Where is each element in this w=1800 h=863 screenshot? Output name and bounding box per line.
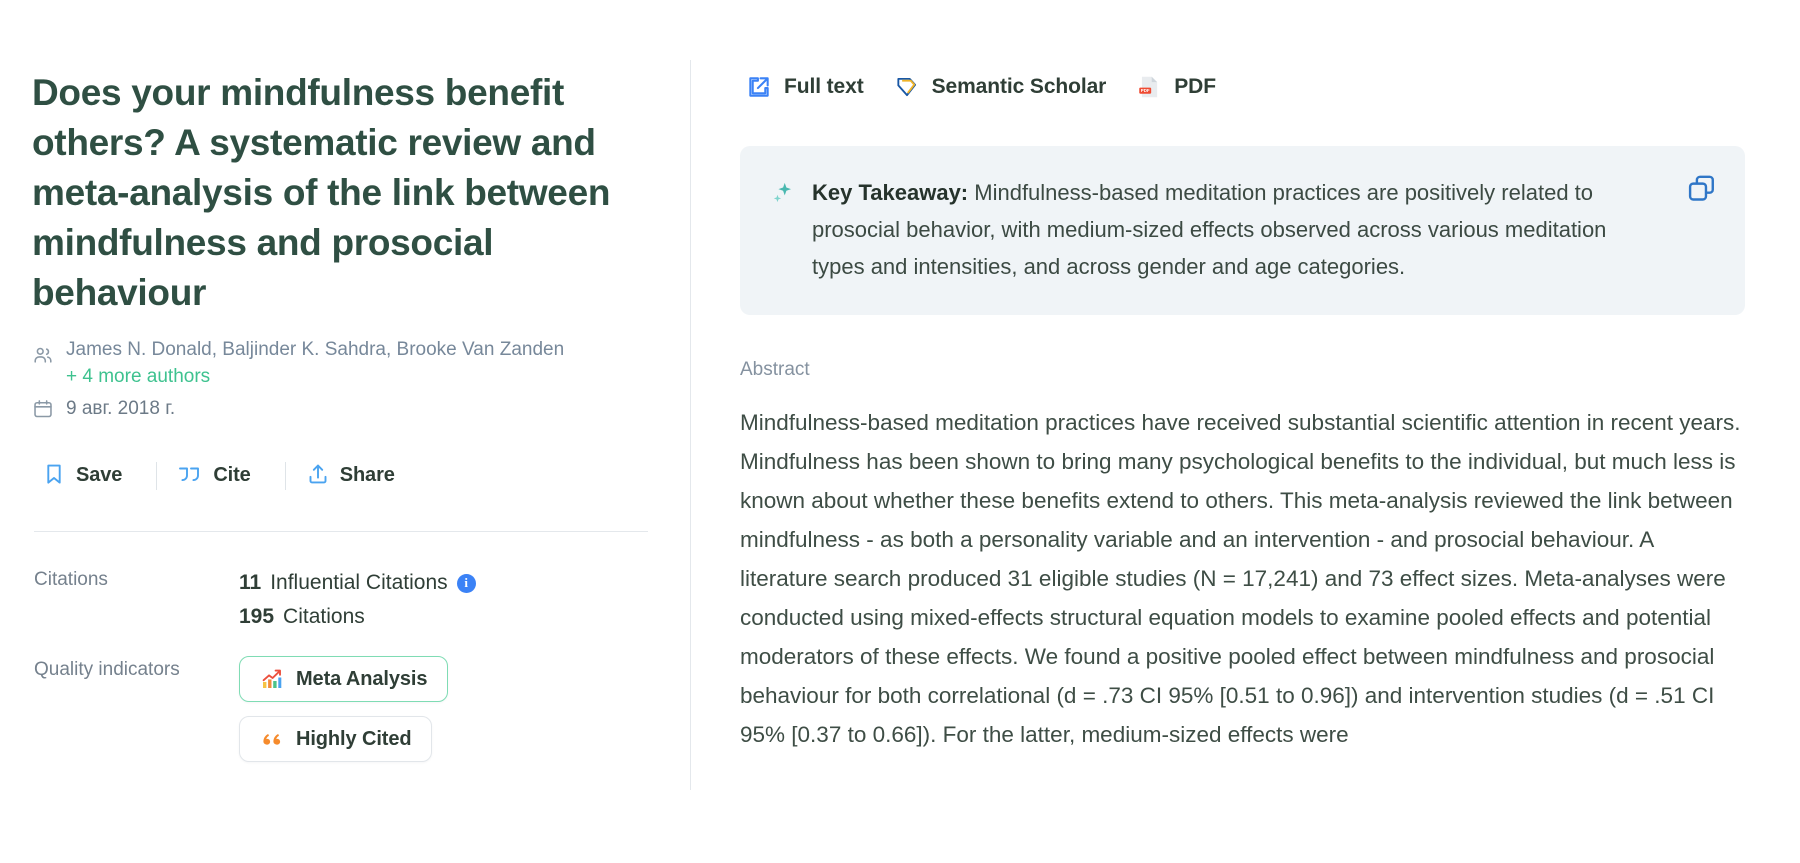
publication-date-row: 9 авг. 2018 г. <box>32 396 650 422</box>
calendar-icon <box>32 398 54 420</box>
authors-row: James N. Donald, Baljinder K. Sahdra, Br… <box>32 334 650 390</box>
authors-text-block: James N. Donald, Baljinder K. Sahdra, Br… <box>66 334 564 390</box>
paper-stats: Citations 11 Influential Citations i 195… <box>34 566 650 776</box>
action-divider <box>284 461 286 490</box>
action-divider <box>156 461 158 490</box>
bar-chart-trend-icon <box>260 667 284 691</box>
paper-actions: Save Cite Share <box>34 456 650 495</box>
paper-detail-page: Does your mindfulness benefit others? A … <box>0 0 1800 863</box>
link-pdf-label: PDF <box>1174 75 1216 98</box>
authors-list: James N. Donald, Baljinder K. Sahdra, Br… <box>66 339 565 360</box>
semantic-scholar-icon <box>894 74 920 100</box>
key-takeaway-panel: Key Takeaway: Mindfulness-based meditati… <box>740 146 1745 315</box>
link-semantic-scholar-label: Semantic Scholar <box>931 75 1107 98</box>
bookmark-icon <box>42 462 66 489</box>
badge-highly-cited-label: Highly Cited <box>296 727 412 750</box>
paper-summary-column: Does your mindfulness benefit others? A … <box>0 0 690 863</box>
link-pdf[interactable]: PDF PDF <box>1136 70 1246 104</box>
citations-row: Citations 11 Influential Citations i 195… <box>34 566 650 634</box>
quality-badges: Meta Analysis Highly Cited <box>239 656 650 776</box>
save-label: Save <box>76 464 123 486</box>
publication-date: 9 авг. 2018 г. <box>66 398 176 419</box>
external-link-icon <box>746 74 772 100</box>
total-citations-label: Citations <box>283 605 365 628</box>
influential-citations-label: Influential Citations <box>270 571 448 594</box>
paper-content-column: Full text Semantic Scholar PDF PDF Key T… <box>690 0 1800 863</box>
cite-button[interactable]: Cite <box>169 456 272 495</box>
total-citations-count: 195 <box>239 605 275 628</box>
influential-citations-count: 11 <box>239 571 262 594</box>
total-citations-line: 195 Citations <box>239 600 650 634</box>
cite-label: Cite <box>213 464 251 486</box>
external-links-bar: Full text Semantic Scholar PDF PDF <box>746 70 1745 104</box>
quote-icon <box>177 462 203 489</box>
quality-indicators-label: Quality indicators <box>34 659 180 680</box>
link-full-text-label: Full text <box>784 75 864 98</box>
quality-indicators-row: Quality indicators Meta Analysis Highly … <box>34 656 650 776</box>
key-takeaway-text: Key Takeaway: Mindfulness-based meditati… <box>812 174 1692 285</box>
svg-text:PDF: PDF <box>1141 88 1150 93</box>
more-authors-link[interactable]: + 4 more authors <box>66 363 564 390</box>
share-button[interactable]: Share <box>298 456 417 495</box>
save-button[interactable]: Save <box>34 456 144 495</box>
share-upload-icon <box>306 462 330 489</box>
key-takeaway-heading: Key Takeaway: <box>812 180 969 205</box>
page-title: Does your mindfulness benefit others? A … <box>32 72 611 313</box>
influential-citations-line: 11 Influential Citations i <box>239 566 650 600</box>
pdf-file-icon: PDF <box>1136 74 1162 100</box>
abstract-body: Mindfulness-based meditation practices h… <box>740 410 1741 747</box>
copy-icon[interactable] <box>1685 172 1719 206</box>
section-divider <box>34 531 648 532</box>
link-full-text[interactable]: Full text <box>746 70 894 104</box>
badge-highly-cited[interactable]: Highly Cited <box>239 716 433 762</box>
people-icon <box>32 344 54 366</box>
info-icon[interactable]: i <box>456 573 476 593</box>
abstract-label: Abstract <box>740 359 810 380</box>
citations-label: Citations <box>34 569 108 590</box>
sparkle-icon <box>770 180 796 206</box>
share-label: Share <box>339 464 395 486</box>
citations-values: 11 Influential Citations i 195 Citations <box>239 566 650 634</box>
badge-meta-analysis[interactable]: Meta Analysis <box>239 656 449 702</box>
link-semantic-scholar[interactable]: Semantic Scholar <box>894 70 1137 104</box>
orange-quote-icon <box>260 727 284 751</box>
badge-meta-analysis-label: Meta Analysis <box>296 667 428 690</box>
